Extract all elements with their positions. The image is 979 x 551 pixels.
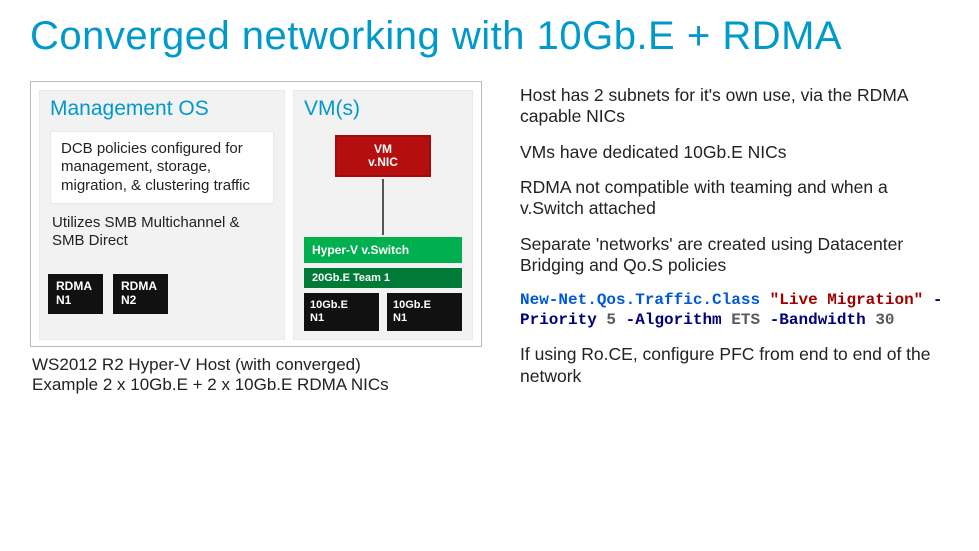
management-os-header: Management OS: [40, 91, 284, 125]
vms-header: VM(s): [294, 91, 472, 125]
dcb-policies-card: DCB policies configured for management, …: [50, 131, 274, 204]
bullet-6: If using Ro.CE, configure PFC from end t…: [520, 344, 949, 387]
vms-panel: VM(s) VM v.NIC Hyper-V v.Switch 20Gb.E T…: [293, 90, 473, 340]
vm-vnic-line1: VM: [374, 142, 392, 156]
rdma-n1-line1: RDMA: [56, 279, 92, 293]
vm-vnic-line2: v.NIC: [368, 155, 398, 169]
rdma-n2-box: RDMA N2: [113, 274, 168, 314]
management-os-panel: Management OS DCB policies configured fo…: [39, 90, 285, 340]
bullet-2: VMs have dedicated 10Gb.E NICs: [520, 142, 949, 163]
nic2-box: 10Gb.E N1: [387, 293, 462, 330]
vswitch-box: Hyper-V v.Switch: [304, 237, 462, 263]
code-cmdlet: New-Net.Qos.Traffic.Class: [520, 291, 760, 309]
code-bw-flag: -Bandwidth: [770, 311, 866, 329]
nic2-line2: N1: [393, 312, 407, 324]
rdma-n1-line2: N1: [56, 293, 71, 307]
code-block: New-Net.Qos.Traffic.Class "Live Migratio…: [520, 290, 949, 330]
bullet-3: RDMA not compatible with teaming and whe…: [520, 177, 949, 220]
code-algo-flag: -Algorithm: [626, 311, 722, 329]
code-name: "Live Migration": [770, 291, 924, 309]
smb-text: Utilizes SMB Multichannel & SMB Direct: [50, 212, 274, 257]
diagram-column: Management OS DCB policies configured fo…: [30, 81, 482, 541]
rdma-n1-box: RDMA N1: [48, 274, 103, 314]
slide-title: Converged networking with 10Gb.E + RDMA: [30, 14, 949, 59]
nic1-line2: N1: [310, 312, 324, 324]
connector-line: [382, 179, 384, 235]
bullet-4: Separate 'networks' are created using Da…: [520, 234, 949, 277]
code-algo-val: ETS: [731, 311, 760, 329]
nic1-line1: 10Gb.E: [310, 299, 348, 311]
diagram-caption: WS2012 R2 Hyper-V Host (with converged) …: [30, 347, 482, 396]
team-box: 20Gb.E Team 1: [304, 268, 462, 288]
rdma-n2-line2: N2: [121, 293, 136, 307]
nic1-box: 10Gb.E N1: [304, 293, 379, 330]
caption-line2: Example 2 x 10Gb.E + 2 x 10Gb.E RDMA NIC…: [32, 375, 389, 394]
bullet-1: Host has 2 subnets for it's own use, via…: [520, 85, 949, 128]
code-priority-val: 5: [606, 311, 616, 329]
rdma-n2-line1: RDMA: [121, 279, 157, 293]
nic2-line1: 10Gb.E: [393, 299, 431, 311]
vm-vnic-box: VM v.NIC: [335, 135, 431, 177]
diagram-box: Management OS DCB policies configured fo…: [30, 81, 482, 347]
code-bw-val: 30: [875, 311, 894, 329]
caption-line1: WS2012 R2 Hyper-V Host (with converged): [32, 355, 361, 374]
bullets-column: Host has 2 subnets for it's own use, via…: [520, 81, 949, 541]
